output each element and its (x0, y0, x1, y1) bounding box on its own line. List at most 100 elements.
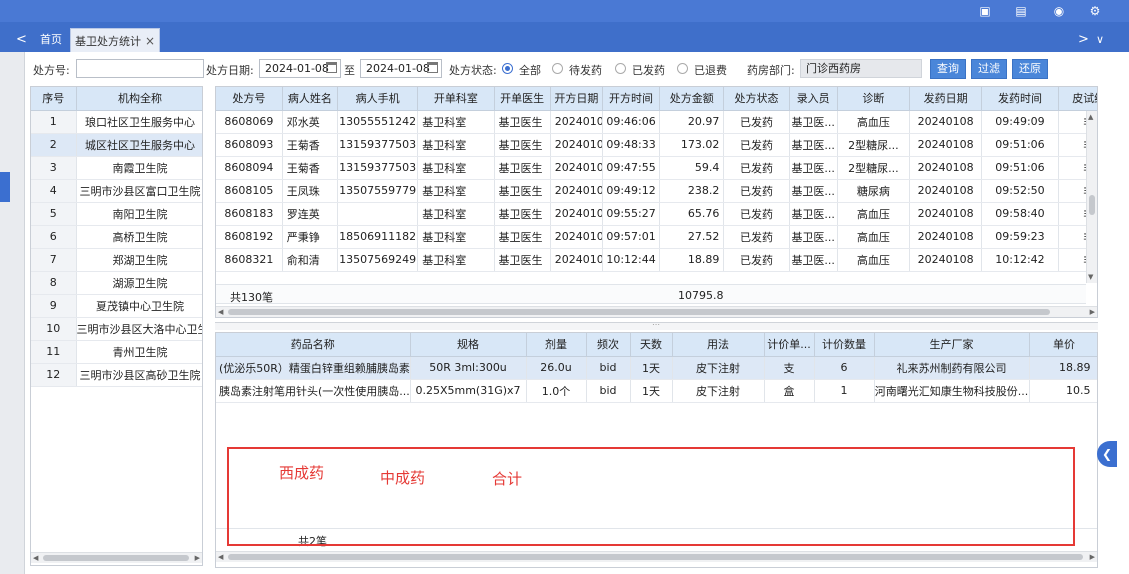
table-row[interactable]: 12 三明市沙县区高砂卫生院 (31, 363, 202, 387)
table-row[interactable]: 1 琅口社区卫生服务中心 (31, 110, 202, 134)
table-cell: 8608321 (216, 248, 283, 272)
table-row[interactable]: 8 湖源卫生院 (31, 271, 202, 295)
calendar-icon[interactable] (326, 62, 337, 73)
status-refunded-label[interactable]: 已退费 (694, 62, 727, 78)
column-header[interactable]: 序号 (31, 87, 77, 111)
table-row[interactable]: 2 城区社区卫生服务中心 (31, 133, 202, 157)
table-cell: 20240108 (550, 179, 603, 203)
table-row[interactable]: 4 三明市沙县区富口卫生院 (31, 179, 202, 203)
table-cell: 09:47:55 (602, 156, 661, 180)
tab-rx-stats[interactable]: 基卫处方统计 × (70, 28, 161, 52)
status-refunded-radio[interactable] (677, 63, 688, 74)
status-all-radio[interactable] (502, 63, 513, 74)
scroll-thumb[interactable] (228, 554, 1083, 560)
scroll-left-icon[interactable]: ◀ (218, 307, 223, 317)
column-header[interactable]: 计价数量 (814, 333, 875, 357)
column-header[interactable]: 开单医生 (494, 87, 551, 111)
column-header[interactable]: 皮试结果 (1058, 87, 1097, 111)
table-row[interactable]: 胰岛素注射笔用针头(一次性使用胰岛... 0.25X5mm(31G)x7 1.0个 b… (216, 379, 1097, 403)
scroll-right-icon[interactable]: ▶ (1090, 552, 1095, 562)
column-header[interactable]: 录入员 (789, 87, 838, 111)
column-header[interactable]: 病人姓名 (282, 87, 338, 111)
column-header[interactable]: 药品名称 (216, 333, 411, 357)
column-header[interactable]: 开单科室 (417, 87, 495, 111)
chevron-down-icon[interactable]: ∨ (1096, 28, 1104, 52)
date-to-input[interactable]: 2024-01-08 (360, 59, 442, 78)
column-header[interactable]: 计价单... (764, 333, 815, 357)
status-all-label[interactable]: 全部 (519, 62, 541, 78)
table-row[interactable]: 8608094王菊香13159377503基卫科室基卫医生2024010809:… (216, 156, 1097, 180)
column-header[interactable]: 单价 (1029, 333, 1097, 357)
table-row[interactable]: 8608105王凤珠13507559779基卫科室基卫医生2024010809:… (216, 179, 1097, 203)
tab-scroll-left-icon[interactable]: < (16, 28, 27, 52)
collapse-panel-icon[interactable]: ❮ (1097, 441, 1117, 467)
table-row[interactable]: 8608069邓水英13055551242基卫科室基卫医生2024010809:… (216, 110, 1097, 134)
scroll-left-icon[interactable]: ◀ (218, 552, 223, 562)
horizontal-scrollbar[interactable]: ◀ ▶ (216, 306, 1097, 317)
org-name-cell: 南阳卫生院 (76, 202, 202, 226)
status-dispensed-radio[interactable] (615, 63, 626, 74)
table-row[interactable]: 6 高桥卫生院 (31, 225, 202, 249)
column-header[interactable]: 天数 (630, 333, 673, 357)
reset-button[interactable]: 还原 (1012, 59, 1048, 79)
table-row[interactable]: 7 郑湖卫生院 (31, 248, 202, 272)
table-row[interactable]: 10三明市沙县区大洛中心卫生院 (31, 317, 202, 341)
table-row[interactable]: 11 青州卫生院 (31, 340, 202, 364)
column-header[interactable]: 用法 (672, 333, 765, 357)
panel-splitter[interactable]: ⋯ (215, 320, 1098, 330)
column-header[interactable]: 生产厂家 (874, 333, 1030, 357)
scroll-up-icon[interactable]: ▲ (1088, 113, 1093, 121)
column-header[interactable]: 机构全称 (76, 87, 202, 111)
vertical-scrollbar[interactable]: ▲ ▼ (1086, 111, 1097, 283)
table-row[interactable]: 5 南阳卫生院 (31, 202, 202, 226)
column-header[interactable]: 剂量 (526, 333, 587, 357)
scroll-right-icon[interactable]: ▶ (1090, 307, 1095, 317)
close-icon[interactable]: × (145, 34, 155, 48)
scroll-left-icon[interactable]: ◀ (33, 553, 38, 563)
status-dispensed-label[interactable]: 已发药 (632, 62, 665, 78)
eye-icon[interactable]: ◉ (1050, 2, 1068, 20)
scroll-thumb[interactable] (228, 309, 1050, 315)
pharmacy-field[interactable]: 门诊西药房 (800, 59, 922, 78)
table-row[interactable]: 8608192严秉铮18506911182基卫科室基卫医生2024010809:… (216, 225, 1097, 249)
column-header[interactable]: 处方金额 (659, 87, 725, 111)
rx-no-input[interactable] (76, 59, 204, 78)
status-pending-label[interactable]: 待发药 (569, 62, 602, 78)
table-row[interactable]: 8608093王菊香13159377503基卫科室基卫医生2024010809:… (216, 133, 1097, 157)
column-header[interactable]: 频次 (586, 333, 631, 357)
column-header[interactable]: 开方日期 (550, 87, 603, 111)
column-header[interactable]: 开方时间 (602, 87, 661, 111)
status-pending-radio[interactable] (552, 63, 563, 74)
calendar-icon[interactable] (427, 62, 438, 73)
tab-home[interactable]: 首页 (36, 28, 66, 52)
splitter-grip[interactable]: ⋯ (652, 320, 660, 329)
column-header[interactable]: 处方号 (216, 87, 283, 111)
scroll-down-icon[interactable]: ▼ (1088, 273, 1093, 281)
horizontal-scrollbar[interactable]: ◀ ▶ (216, 551, 1097, 562)
screen-icon[interactable]: ▣ (976, 2, 994, 20)
date-from-input[interactable]: 2024-01-08 (259, 59, 341, 78)
table-cell: 基卫医... (789, 248, 838, 272)
column-header[interactable]: 规格 (410, 333, 527, 357)
table-row[interactable]: 8608183罗连英基卫科室基卫医生2024010809:55:2765.76已… (216, 202, 1097, 226)
column-header[interactable]: 发药时间 (981, 87, 1059, 111)
column-header[interactable]: 诊断 (837, 87, 911, 111)
table-row[interactable]: 9 夏茂镇中心卫生院 (31, 294, 202, 318)
annotation-chinese: 中成药 (380, 469, 426, 487)
filter-button[interactable]: 过滤 (971, 59, 1007, 79)
table-row[interactable]: 3 南霞卫生院 (31, 156, 202, 180)
table-row[interactable]: (优泌乐50R）精蛋白锌重组赖脯胰岛素... 50R 3ml:300u 26.0u b… (216, 356, 1097, 380)
tab-scroll-right-icon[interactable]: > (1078, 28, 1089, 52)
gear-icon[interactable]: ⚙ (1086, 2, 1104, 20)
table-row[interactable]: 8608321俞和清13507569249基卫科室基卫医生2024010810:… (216, 248, 1097, 272)
query-button[interactable]: 查询 (930, 59, 966, 79)
horizontal-scrollbar[interactable]: ◀ ▶ (31, 552, 202, 563)
scroll-right-icon[interactable]: ▶ (195, 553, 200, 563)
column-header[interactable]: 病人手机 (337, 87, 419, 111)
document-icon[interactable]: ▤ (1012, 2, 1030, 20)
scroll-thumb[interactable] (1089, 195, 1095, 215)
column-header[interactable]: 发药日期 (909, 87, 983, 111)
rx-count: 共130笔 (230, 291, 273, 304)
column-header[interactable]: 处方状态 (723, 87, 790, 111)
scroll-thumb[interactable] (43, 555, 189, 561)
